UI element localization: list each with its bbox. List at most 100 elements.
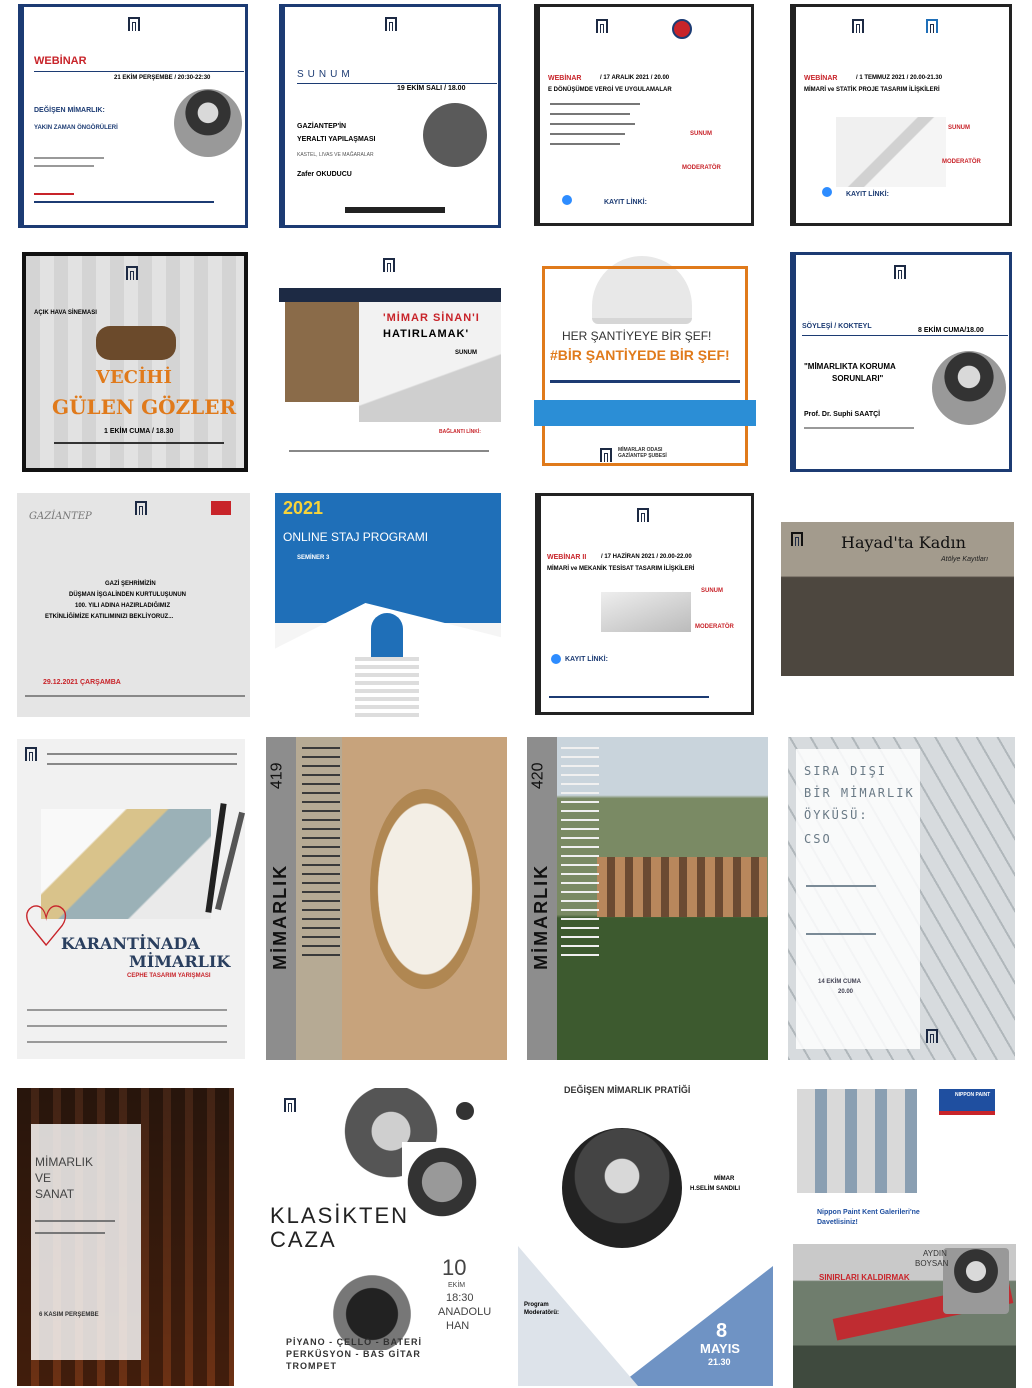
divider xyxy=(34,71,244,72)
tile-title-2: SORUNLARI" xyxy=(832,374,884,383)
chamber-logo-icon xyxy=(385,17,397,31)
tile-date: 19 EKİM SALI / 18.00 xyxy=(397,85,466,92)
tile-date: 1 EKİM CUMA / 18.30 xyxy=(104,428,174,435)
tile-mimarlik-ve-sanat[interactable]: MİMARLIK VE SANAT 6 KASIM PERŞEMBE xyxy=(17,1088,234,1386)
tile-acik-hava-sinemasi[interactable]: AÇIK HAVA SİNEMASI VECİHİ GÜLEN GÖZLER 1… xyxy=(22,252,248,472)
tile-hayad-kadin[interactable]: Hayad'ta Kadın Atölye Kayıtları xyxy=(781,522,1014,676)
text-line xyxy=(34,165,94,167)
tile-webinar-degisen-mimarlik[interactable]: WEBİNAR 21 EKİM PERŞEMBE / 20:30-22:30 D… xyxy=(18,4,248,228)
tile-mimarlik-419[interactable]: MİMARLIK 419 xyxy=(266,737,507,1060)
tile-gaziantep-kurtulus[interactable]: GAZİANTEP GAZİ ŞEHRİMİZİN DÜŞMAN İŞGALİN… xyxy=(17,493,250,717)
tile-webinar-mekanik[interactable]: WEBİNAR II / 17 HAZİRAN 2021 / 20.00-22.… xyxy=(535,493,754,715)
text-line xyxy=(806,933,876,935)
tile-title-1: GAZİANTEP'İN xyxy=(297,123,347,130)
event-time: 21.30 xyxy=(708,1357,731,1367)
musician-photo xyxy=(402,1142,482,1222)
sunum-label: SUNUM xyxy=(455,350,477,356)
speaker-photo xyxy=(285,302,359,402)
tile-mimarlik-420[interactable]: MİMARLIK 420 xyxy=(527,737,768,1060)
tile-subtitle: CEPHE TASARIM YARIŞMASI xyxy=(127,973,211,979)
kayit-link-label: KAYIT LİNKİ: xyxy=(565,656,608,663)
chamber-logo-icon xyxy=(126,266,138,280)
speaker-photo xyxy=(423,103,487,167)
text-line xyxy=(550,133,625,135)
tile-line-3: ÖYKÜSÜ: xyxy=(804,808,869,822)
tile-title-1: 'MİMAR SİNAN'I xyxy=(383,312,480,324)
tile-date: 29.12.2021 ÇARŞAMBA xyxy=(43,679,121,686)
hvac-drawing xyxy=(601,592,691,632)
tile-type: SÖYLEŞİ / KOKTEYL xyxy=(802,323,872,330)
tile-nippon-paint[interactable]: NIPPON PAINT Nippon Paint Kent Galeriler… xyxy=(793,1085,1016,1237)
moderator-label: Moderatörü: xyxy=(524,1310,559,1316)
tile-title-2: CAZA xyxy=(270,1227,337,1252)
tile-santiye-sef[interactable]: HER ŞANTİYEYE BİR ŞEF! #BİR ŞANTİYEDE Bİ… xyxy=(534,252,756,472)
chamber-logo-icon xyxy=(596,19,608,33)
speaker-title: MİMAR xyxy=(714,1176,735,1182)
event-time: 18:30 xyxy=(446,1292,474,1304)
chamber-logo-icon xyxy=(852,19,864,33)
tile-klasikten-caza[interactable]: KLASİKTEN CAZA 10 EKİM 18:30 ANADOLU HAN… xyxy=(266,1088,507,1386)
text-line xyxy=(550,380,740,383)
invite-line-1: Nippon Paint Kent Galerileri'ne xyxy=(817,1209,920,1216)
tile-webinar-statik[interactable]: WEBİNAR / 1 TEMMUZ 2021 / 20.00-21.30 Mİ… xyxy=(790,4,1012,226)
partner-logo-icon xyxy=(926,19,938,33)
tile-title: E DÖNÜŞÜMDE VERGİ VE UYGULAMALAR xyxy=(548,87,672,93)
moderator-label: MODERATÖR xyxy=(682,165,721,171)
venue-2: HAN xyxy=(446,1320,470,1332)
tile-online-staj[interactable]: 2021 ONLINE STAJ PROGRAMI SEMİNER 3 xyxy=(275,493,501,717)
tile-title-2: MİMARLIK xyxy=(129,952,231,971)
tile-aydin-boysan[interactable]: AYDIN BOYSAN SINIRLARI KALDIRMAK xyxy=(793,1244,1016,1388)
kayit-link-label: KAYIT LİNKİ: xyxy=(604,199,647,206)
text-line xyxy=(34,157,104,159)
ceiling-oval xyxy=(370,789,480,989)
magazine-title: MİMARLIK xyxy=(270,863,291,970)
name-2: BOYSAN xyxy=(915,1259,949,1268)
text-line xyxy=(804,427,914,429)
zoom-icon xyxy=(551,654,561,664)
magazine-issue: 420 xyxy=(529,762,547,790)
text-line xyxy=(35,1220,115,1222)
contents-list xyxy=(302,747,340,957)
tile-soylesi-koruma[interactable]: SÖYLEŞİ / KOKTEYL 8 EKİM CUMA/18.00 "MİM… xyxy=(790,252,1012,472)
moderator-label: MODERATÖR xyxy=(695,624,734,630)
chamber-logo-icon xyxy=(791,532,803,546)
chamber-logo-icon xyxy=(926,1029,938,1043)
tile-webinar-vergi[interactable]: WEBİNAR / 17 ARALIK 2021 / 20.00 E DÖNÜŞ… xyxy=(534,4,754,226)
divider xyxy=(279,288,501,302)
tile-subtitle: KASTEL, LIVAS VE MAĞARALAR xyxy=(297,152,374,158)
tile-line-1: MİMARLIK xyxy=(35,1155,94,1169)
tile-line-1: SIRA DIŞI xyxy=(804,764,888,778)
tile-subtitle: SEMİNER 3 xyxy=(297,555,330,561)
tile-mimar-sinan[interactable]: 'MİMAR SİNAN'I HATIRLAMAK' SUNUM BAĞLANT… xyxy=(279,252,501,468)
tile-line-1: HER ŞANTİYEYE BİR ŞEF! xyxy=(562,329,712,343)
text-line xyxy=(806,885,876,887)
kayit-link-label: KAYIT LİNKİ: xyxy=(846,191,889,198)
blue-door xyxy=(371,613,403,657)
tile-year: 2021 xyxy=(283,498,324,518)
tile-sunum-gaziantep[interactable]: SUNUM 19 EKİM SALI / 18.00 GAZİANTEP'İN … xyxy=(279,4,501,228)
chamber-logo-icon xyxy=(383,258,395,272)
text-line xyxy=(550,123,635,125)
tile-line-2: VE xyxy=(35,1171,52,1185)
tile-speaker: Prof. Dr. Suphi SAATÇİ xyxy=(804,411,881,418)
text-line xyxy=(550,113,630,115)
partner-logo-icon xyxy=(672,19,692,39)
tile-sira-disi-cso[interactable]: SIRA DIŞI BİR MİMARLIK ÖYKÜSÜ: CSO 14 EK… xyxy=(788,737,1015,1060)
contents-list xyxy=(561,747,599,957)
tile-title-1: "MİMARLIKTA KORUMA xyxy=(804,362,896,371)
tile-title-2: HATIRLAMAK' xyxy=(383,328,470,340)
chamber-logo-icon xyxy=(284,1098,296,1112)
sunum-label: SUNUM xyxy=(690,131,712,137)
tile-date: / 1 TEMMUZ 2021 / 20.00-21.30 xyxy=(856,75,943,81)
tile-degisen-mimarlik-pratigi[interactable]: DEĞİŞEN MİMARLIK PRATİĞİ MİMAR H.SELİM S… xyxy=(518,1076,773,1386)
zoom-icon xyxy=(822,187,832,197)
arcade-photo xyxy=(797,1089,917,1193)
text-line xyxy=(549,696,709,698)
chamber-logo-icon xyxy=(25,747,37,761)
text-line xyxy=(27,1041,227,1043)
bagland-link-label: BAĞLANTI LİNKİ: xyxy=(439,429,481,435)
text-line xyxy=(47,763,237,765)
tile-type: SUNUM xyxy=(297,69,354,80)
tile-karantinada-mimarlik[interactable]: ♡ KARANTİNADA MİMARLIK CEPHE TASARIM YAR… xyxy=(17,739,245,1059)
brush-stroke xyxy=(345,207,445,213)
